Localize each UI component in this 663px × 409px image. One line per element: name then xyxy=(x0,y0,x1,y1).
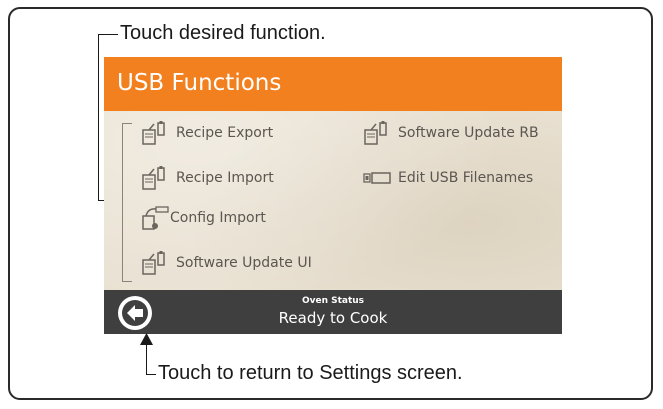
usb-update-icon xyxy=(142,251,165,275)
edit-usb-filenames-button[interactable]: Edit USB Filenames xyxy=(362,170,533,186)
items-bracket-bottom xyxy=(122,281,132,282)
items-bracket xyxy=(122,123,123,281)
screen-title: USB Functions xyxy=(117,70,282,96)
oven-status-label: Oven Status xyxy=(301,296,365,306)
usb-functions-screen: USB Functions Recipe Export Recipe Impor… xyxy=(104,57,562,334)
recipe-export-label: Recipe Export xyxy=(176,125,274,141)
arrow-up-icon xyxy=(140,333,153,345)
arrow-left-icon xyxy=(122,300,148,326)
recipe-import-button[interactable]: Recipe Import xyxy=(140,165,274,191)
back-button[interactable] xyxy=(118,296,152,330)
callout-line-bottom-horizontal xyxy=(146,374,156,375)
usb-export-icon xyxy=(142,121,165,145)
oven-status-bar: Oven Status Ready to Cook xyxy=(104,290,562,334)
config-import-button[interactable]: Config Import xyxy=(140,205,266,231)
callout-line-bottom-vertical xyxy=(146,340,147,375)
usb-config-icon xyxy=(142,206,169,230)
items-bracket-top xyxy=(122,123,132,124)
recipe-import-label: Recipe Import xyxy=(176,170,274,186)
software-update-rb-label: Software Update RB xyxy=(398,125,539,141)
screen-header: USB Functions xyxy=(104,57,562,111)
config-import-label: Config Import xyxy=(170,210,266,226)
callout-top: Touch desired function. xyxy=(120,22,326,44)
oven-status-text: Ready to Cook xyxy=(278,309,388,327)
recipe-export-button[interactable]: Recipe Export xyxy=(140,120,273,146)
software-update-rb-button[interactable]: Software Update RB xyxy=(362,120,539,146)
software-update-ui-label: Software Update UI xyxy=(176,255,312,271)
callout-bottom: Touch to return to Settings screen. xyxy=(158,362,463,384)
edit-usb-filenames-label: Edit USB Filenames xyxy=(398,170,534,186)
software-update-ui-button[interactable]: Software Update UI xyxy=(140,250,312,276)
usb-drive-icon xyxy=(363,172,391,184)
usb-import-icon xyxy=(142,166,165,190)
callout-line-top xyxy=(98,34,118,35)
callout-line-vertical xyxy=(98,34,99,201)
usb-update-icon xyxy=(364,121,387,145)
